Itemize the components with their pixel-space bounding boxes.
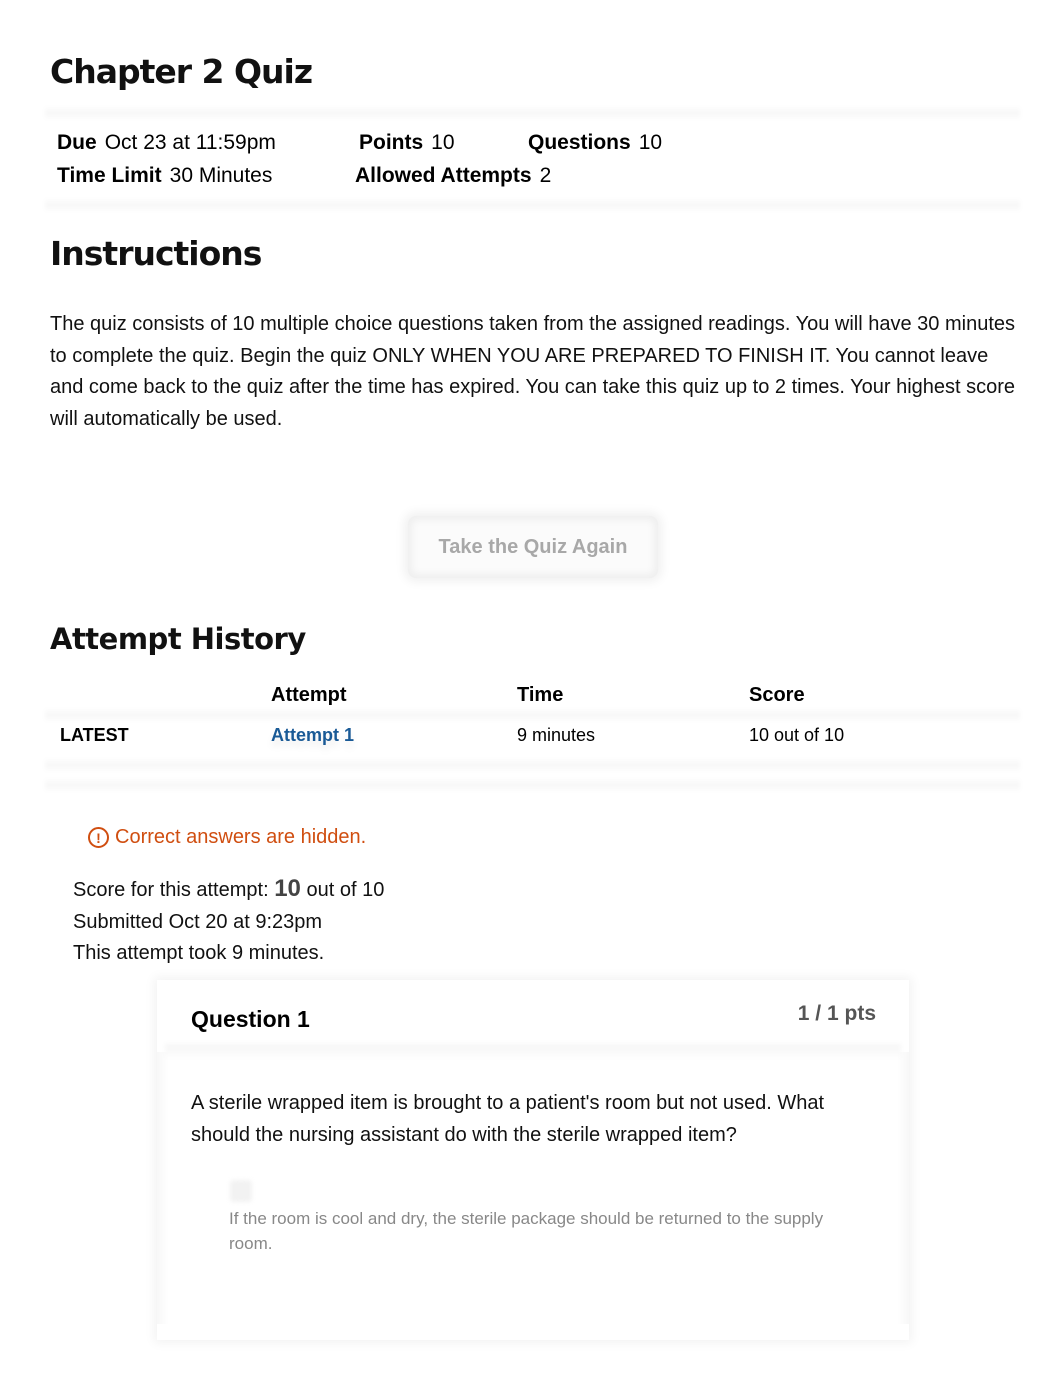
time-limit-label: Time Limit — [57, 164, 162, 187]
row-divider — [45, 778, 1020, 792]
question-header: Question 1 1 / 1 pts — [157, 980, 909, 1052]
points-label: Points — [359, 131, 424, 154]
quiz-details-panel — [45, 104, 1020, 212]
header-divider — [165, 1044, 901, 1060]
take-again-container: Take the Quiz Again — [408, 516, 658, 578]
questions-count: Questions 10 — [528, 131, 662, 155]
correct-answers-hidden-notice: ! Correct answers are hidden. — [88, 826, 366, 849]
time-limit: Time Limit 30 Minutes — [57, 164, 272, 188]
duration-line: This attempt took 9 minutes. — [73, 942, 325, 964]
score-value: 10 — [274, 875, 301, 902]
score-suffix: out of 10 — [306, 879, 385, 901]
warning-icon: ! — [88, 827, 109, 848]
submitted-line: Submitted Oct 20 at 9:23pm — [73, 910, 323, 933]
notice-text: Correct answers are hidden. — [115, 826, 367, 848]
time-limit-value: 30 Minutes — [169, 164, 273, 187]
attempt-time: 9 minutes — [517, 725, 596, 745]
points: Points 10 — [359, 131, 455, 155]
question-points: 1 / 1 pts — [797, 1002, 876, 1025]
column-header-time: Time — [517, 684, 564, 706]
due-value: Oct 23 at 11:59pm — [104, 131, 276, 154]
attempt-score: 10 out of 10 — [749, 725, 845, 745]
points-value: 10 — [431, 131, 455, 154]
attempt-summary: Score for this attempt: 10 out of 10 Sub… — [73, 873, 384, 970]
allowed-attempts: Allowed Attempts 2 — [355, 164, 551, 188]
attempt-status: LATEST — [60, 725, 129, 745]
column-header-score: Score — [749, 684, 805, 706]
instructions-text: The quiz consists of 10 multiple choice … — [50, 313, 1016, 430]
attempt-history-heading: Attempt History — [50, 622, 306, 656]
answer-radio[interactable] — [230, 1180, 252, 1202]
card-edge — [897, 1052, 909, 1324]
column-header-attempt: Attempt — [271, 684, 347, 706]
answer-option-text: If the room is cool and dry, the sterile… — [229, 1209, 824, 1253]
score-prefix: Score for this attempt: — [73, 879, 269, 901]
question-card: Question 1 1 / 1 pts A sterile wrapped i… — [157, 980, 909, 1340]
due-date: Due Oct 23 at 11:59pm — [57, 131, 276, 155]
attempt-score-line: Score for this attempt: 10 out of 10 — [73, 873, 384, 907]
question-text: A sterile wrapped item is brought to a p… — [191, 1092, 825, 1146]
allowed-attempts-value: 2 — [539, 164, 552, 187]
card-edge — [157, 1052, 169, 1324]
questions-label: Questions — [528, 131, 631, 154]
page-title: Chapter 2 Quiz — [50, 52, 313, 91]
question-title: Question 1 — [191, 1006, 310, 1032]
take-quiz-again-button[interactable]: Take the Quiz Again — [408, 516, 658, 578]
instructions-heading: Instructions — [50, 234, 262, 273]
questions-value: 10 — [638, 131, 663, 154]
allowed-attempts-label: Allowed Attempts — [355, 164, 532, 187]
attempt-link[interactable]: Attempt 1 — [271, 725, 354, 746]
row-divider — [45, 708, 1020, 722]
row-divider — [45, 758, 1020, 772]
due-label: Due — [57, 131, 97, 154]
